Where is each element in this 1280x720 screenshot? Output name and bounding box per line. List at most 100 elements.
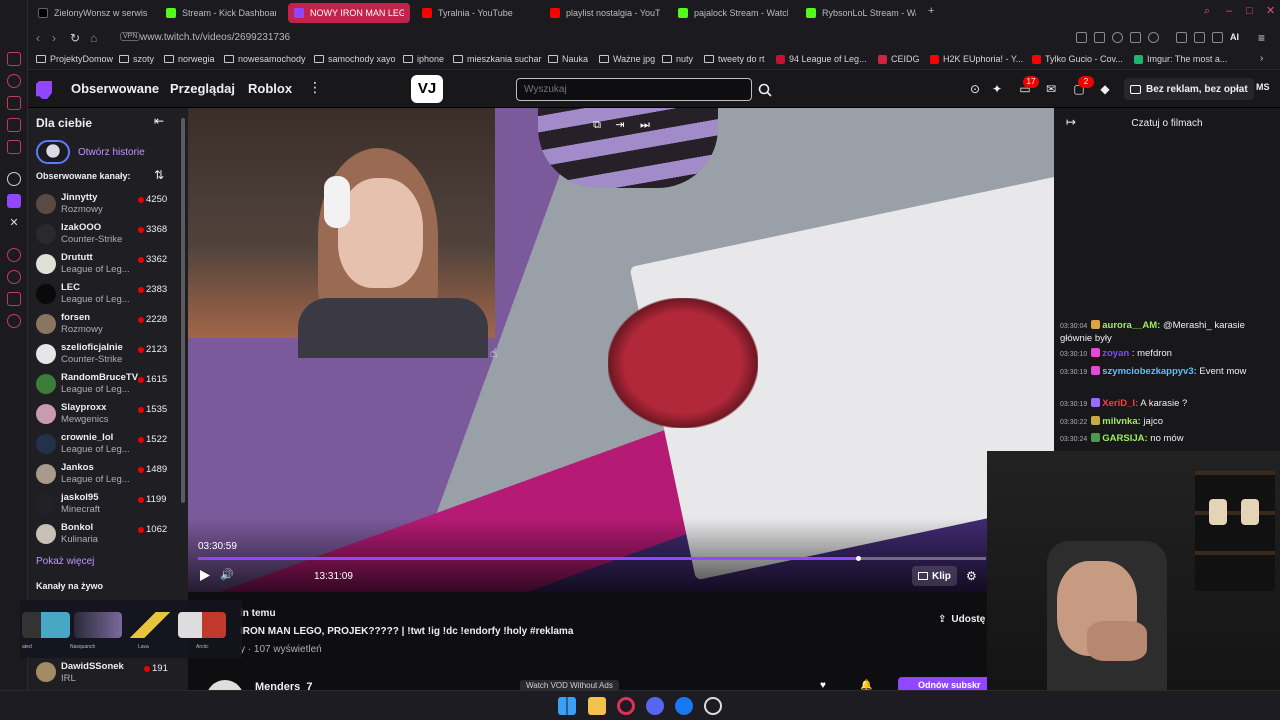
player-icon[interactable] xyxy=(1130,32,1141,43)
steam-icon[interactable] xyxy=(704,697,722,715)
bookmark-link[interactable]: Tylko Gucio - Cov... xyxy=(1032,54,1123,64)
reload-icon[interactable]: ↻ xyxy=(70,31,80,45)
url-field[interactable]: www.twitch.tv/videos/2699231736 xyxy=(140,32,290,43)
bookmark-folder[interactable]: samochody xayo xyxy=(314,54,396,64)
popout-icon[interactable]: ⧉ xyxy=(590,118,604,132)
user-avatar[interactable]: MS xyxy=(1256,82,1270,92)
bookmark-folder[interactable]: tweety do rt xyxy=(704,54,765,64)
turbo-icon[interactable]: ⊙ xyxy=(968,82,982,96)
bookmark-folder[interactable]: Nauka xyxy=(548,54,588,64)
maximize-icon[interactable]: □ xyxy=(1246,6,1256,17)
opera-gx-icon[interactable] xyxy=(617,697,635,715)
sidebar-channel[interactable]: forsen Rozmowy 2228 xyxy=(34,311,176,339)
share-button[interactable]: ⇪ Udostę xyxy=(938,610,985,628)
bookmark-link[interactable]: H2K EUphoria! - Y... xyxy=(930,54,1023,64)
seek-bar[interactable] xyxy=(198,556,986,561)
sidebar-channel[interactable]: Jankos League of Leg... 1489 xyxy=(34,461,176,489)
sidebar-channel[interactable]: szelioficjalnie Counter-Strike 2123 xyxy=(34,341,176,369)
skip-icon[interactable]: ⏭ xyxy=(638,118,652,132)
collapse-sidebar-icon[interactable]: ⇤ xyxy=(154,114,164,128)
volume-icon[interactable]: 🔊 xyxy=(220,568,234,581)
more-options-icon[interactable]: ⋮ xyxy=(308,79,322,96)
bookmark-folder[interactable]: nowesamochody xyxy=(224,54,306,64)
heart-icon[interactable] xyxy=(7,270,21,284)
nav-browse[interactable]: Przeglądaj xyxy=(170,81,235,96)
bookmark-folder[interactable]: mieszkania suchar xyxy=(453,54,542,64)
chat-username[interactable]: GARSIJA: xyxy=(1102,433,1147,444)
sidebar-channel[interactable]: LEC League of Leg... 2383 xyxy=(34,281,176,309)
heart-outline-icon[interactable] xyxy=(1148,32,1159,43)
sidebar-channel-dawidssonek[interactable]: DawidSSonek IRL 191 xyxy=(34,658,184,686)
twitch-sidebar-icon[interactable] xyxy=(7,194,21,208)
browser-tab[interactable]: pajalock Stream - Watch L xyxy=(672,3,794,23)
bits-icon[interactable]: ◆ xyxy=(1098,82,1112,96)
twitch-logo-icon[interactable] xyxy=(36,81,52,99)
chat-username[interactable]: zoyan xyxy=(1102,348,1129,359)
sidebar-channel[interactable]: IzakOOO Counter-Strike 3368 xyxy=(34,221,176,249)
minimize-icon[interactable]: – xyxy=(1226,6,1236,17)
easy-setup-icon[interactable] xyxy=(1194,32,1205,43)
menu-icon[interactable]: ≡ xyxy=(1258,31,1265,45)
messenger-icon[interactable] xyxy=(7,52,21,66)
chatgpt-icon[interactable] xyxy=(7,172,21,186)
bookmark-link[interactable]: 94 League of Leg... xyxy=(776,54,867,64)
open-history-link[interactable]: Otwórz historie xyxy=(36,140,145,164)
sidebar-channel[interactable]: Slayproxx Mewgenics 1535 xyxy=(34,401,176,429)
theatre-icon[interactable]: ⇥ xyxy=(613,118,627,132)
sidebar-channel[interactable]: RandomBruceTV League of Leg... 1615 xyxy=(34,371,176,399)
browser-tab-active[interactable]: NOWY IRON MAN LEGO, P xyxy=(288,3,410,23)
search-button[interactable] xyxy=(754,78,776,101)
bookmark-folder[interactable]: Ważne jpg xyxy=(599,54,655,64)
home-icon[interactable]: ⌂ xyxy=(90,31,97,45)
browser-tab[interactable]: Tyralnia - YouTube xyxy=(416,3,538,23)
downloads-icon[interactable] xyxy=(1212,32,1223,43)
download-icon[interactable] xyxy=(7,292,21,306)
discord-icon[interactable] xyxy=(646,697,664,715)
news-icon[interactable] xyxy=(7,118,21,132)
forward-icon[interactable]: › xyxy=(52,31,56,45)
wallet-icon[interactable] xyxy=(7,96,21,110)
sidebar-channel[interactable]: Drututt League of Leg... 3362 xyxy=(34,251,176,279)
new-tab-icon[interactable]: + xyxy=(928,6,938,17)
sidebar-scrollbar[interactable] xyxy=(181,118,185,503)
bookmark-icon[interactable] xyxy=(1076,32,1087,43)
chat-username[interactable]: milvnka: xyxy=(1102,416,1141,427)
inbox-icon[interactable]: ✉ xyxy=(1044,82,1058,96)
facebook-icon[interactable] xyxy=(675,697,693,715)
vpn-badge[interactable]: VPN xyxy=(120,32,141,41)
vj-logo[interactable]: VJ xyxy=(411,75,443,103)
clock-icon[interactable] xyxy=(7,248,21,262)
no-ads-button[interactable]: Bez reklam, bez opłat xyxy=(1124,78,1254,100)
chat-username[interactable]: aurora__AM: xyxy=(1102,320,1160,331)
sidebar-channel[interactable]: Bonkol Kulinaria 1062 xyxy=(34,521,176,549)
search-input[interactable] xyxy=(516,78,752,101)
file-explorer-icon[interactable] xyxy=(588,697,606,715)
show-more-link[interactable]: Pokaż więcej xyxy=(36,556,94,567)
bookmark-folder[interactable]: szoty xyxy=(119,54,154,64)
x-sidebar-icon[interactable]: ✕ xyxy=(7,216,21,230)
windows-start-icon[interactable] xyxy=(558,697,576,715)
video-player[interactable]: ⧉ ⇥ ⏭ ☝ 03:30:59 🔊 13:31:09 Klip ⚙ xyxy=(188,108,1054,592)
browser-tab[interactable]: Stream - Kick Dashboard xyxy=(160,3,282,23)
instagram-icon[interactable] xyxy=(7,140,21,154)
browser-tab[interactable]: playlist nostalgia - YouTube xyxy=(544,3,666,23)
search-tabs-icon[interactable]: ⌕ xyxy=(1204,6,1214,17)
chat-username[interactable]: szymciobezkappyv3: xyxy=(1102,366,1197,377)
sort-icon[interactable]: ⇅ xyxy=(154,168,164,182)
settings-gear-icon[interactable]: ⚙ xyxy=(966,569,977,583)
bookmark-link[interactable]: Imgur: The most a... xyxy=(1134,54,1227,64)
sidebar-channel[interactable]: Jinnytty Rozmowy 4250 xyxy=(34,191,176,219)
nav-roblox[interactable]: Roblox xyxy=(248,81,292,96)
bookmark-folder[interactable]: nuty xyxy=(662,54,693,64)
close-window-icon[interactable]: ✕ xyxy=(1266,6,1276,17)
clip-button[interactable]: Klip xyxy=(912,566,957,586)
chat-username[interactable]: XeriD_I: xyxy=(1102,398,1138,409)
prime-icon[interactable]: ✦ xyxy=(990,82,1004,96)
adblock-icon[interactable] xyxy=(1112,32,1123,43)
browser-tab[interactable]: ZielonyWonsz w serwisie X xyxy=(32,3,154,23)
sidebar-channel[interactable]: jaskol95 Minecraft 1199 xyxy=(34,491,176,519)
snapshot-icon[interactable] xyxy=(1094,32,1105,43)
ai-button[interactable]: AI xyxy=(1230,32,1239,42)
bookmark-link[interactable]: CEIDG xyxy=(878,54,920,64)
settings-icon[interactable] xyxy=(7,314,21,328)
